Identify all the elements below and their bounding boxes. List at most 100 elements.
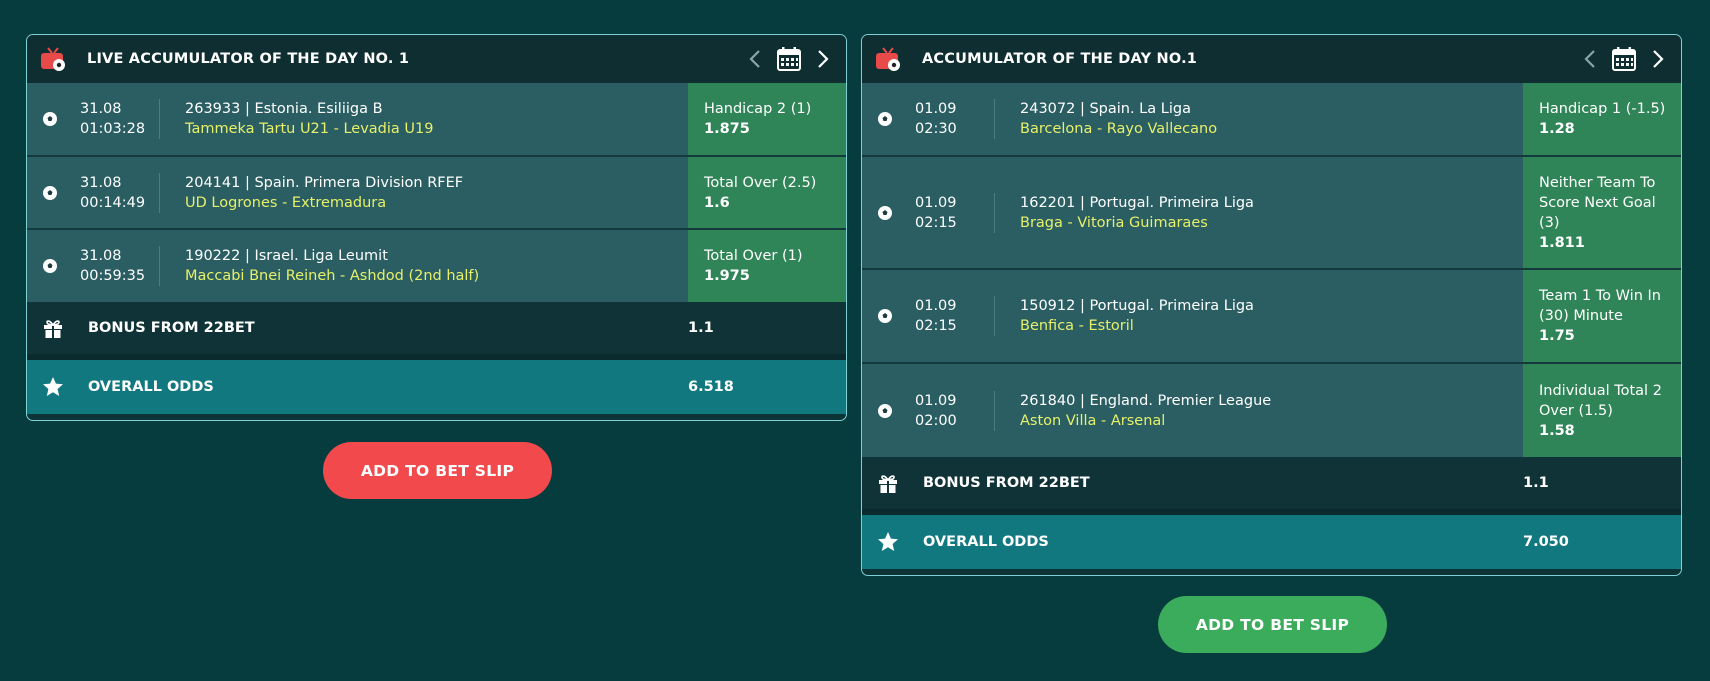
event-row: 01.09 02:15 162201 | Portugal. Primeira … [862, 157, 1681, 270]
overall-odds-value: 7.050 [1523, 534, 1569, 550]
overall-odds-row: OVERALL ODDS 6.518 [27, 360, 846, 414]
event-datetime: 01.09 02:15 [915, 296, 995, 336]
calendar-icon[interactable] [1611, 46, 1637, 72]
bonus-value: 1.1 [688, 320, 714, 336]
live-accumulator-panel: LIVE ACCUMULATOR OF THE DAY NO. 1 31.08 … [26, 34, 847, 421]
event-datetime: 01.09 02:30 [915, 99, 995, 139]
event-time: 00:59:35 [80, 268, 146, 284]
add-to-bet-slip-button[interactable]: ADD TO BET SLIP [323, 442, 552, 499]
bet-cell[interactable]: Team 1 To Win In (30) Minute 1.75 [1523, 270, 1681, 362]
event-details: 01.09 02:30 243072 | Spain. La Liga Barc… [862, 83, 1523, 155]
bet-market: Individual Total 2 Over (1.5) [1539, 382, 1662, 419]
panel-header: LIVE ACCUMULATOR OF THE DAY NO. 1 [27, 35, 846, 83]
event-datetime: 31.08 01:03:28 [80, 99, 160, 139]
star-icon [43, 377, 63, 396]
bet-odds: 1.875 [704, 121, 750, 137]
gift-icon [879, 475, 897, 493]
football-icon [43, 185, 57, 200]
event-teams-link[interactable]: Maccabi Bnei Reineh - Ashdod (2nd half) [185, 266, 479, 286]
event-time: 02:30 [915, 121, 957, 137]
event-league: 162201 | Portugal. Primeira Liga [1020, 194, 1254, 211]
bonus-row: BONUS FROM 22BET 1.1 [27, 302, 846, 360]
bet-cell[interactable]: Total Over (2.5) 1.6 [688, 157, 846, 228]
bet-odds: 1.58 [1539, 422, 1575, 439]
event-league: 150912 | Portugal. Primeira Liga [1020, 298, 1254, 314]
event-datetime: 01.09 02:00 [915, 390, 995, 431]
bet-market: Handicap 1 (-1.5) [1539, 101, 1666, 117]
panel-title: ACCUMULATOR OF THE DAY NO.1 [922, 51, 1198, 67]
bet-market: Handicap 2 (1) [704, 101, 812, 117]
event-teams-link[interactable]: Tammeka Tartu U21 - Levadia U19 [185, 119, 433, 139]
bet-market: Total Over (2.5) [704, 174, 817, 191]
event-teams-link[interactable]: Aston Villa - Arsenal [1020, 411, 1271, 431]
bet-market: Total Over (1) [704, 248, 803, 264]
football-icon [43, 259, 57, 273]
bet-cell[interactable]: Handicap 2 (1) 1.875 [688, 83, 846, 155]
bet-market: Team 1 To Win In (30) Minute [1539, 288, 1661, 324]
bet-market: Neither Team To Score Next Goal (3) [1539, 174, 1656, 231]
chevron-right-icon[interactable] [812, 47, 834, 71]
bonus-label: BONUS FROM 22BET [923, 475, 1090, 491]
bet-cell[interactable]: Neither Team To Score Next Goal (3) 1.81… [1523, 157, 1681, 268]
event-info: 150912 | Portugal. Primeira Liga Benfica… [995, 296, 1254, 336]
event-date: 01.09 [915, 101, 957, 117]
football-icon [43, 112, 57, 126]
add-to-bet-slip-button[interactable]: ADD TO BET SLIP [1158, 596, 1387, 653]
star-icon [878, 532, 898, 551]
event-row: 31.08 00:59:35 190222 | Israel. Liga Leu… [27, 230, 846, 302]
event-row: 31.08 00:14:49 204141 | Spain. Primera D… [27, 157, 846, 230]
chevron-left-icon[interactable] [1579, 47, 1601, 71]
event-info: 190222 | Israel. Liga Leumit Maccabi Bne… [160, 246, 479, 286]
bet-cell[interactable]: Total Over (1) 1.975 [688, 230, 846, 302]
overall-odds-label: OVERALL ODDS [88, 379, 214, 395]
event-time: 02:15 [915, 214, 957, 231]
event-teams-link[interactable]: Barcelona - Rayo Vallecano [1020, 119, 1217, 139]
event-teams-link[interactable]: Braga - Vitoria Guimaraes [1020, 213, 1254, 233]
event-time: 02:00 [915, 412, 957, 429]
bonus-label: BONUS FROM 22BET [88, 320, 255, 336]
event-teams-link[interactable]: UD Logrones - Extremadura [185, 193, 463, 213]
live-tv-icon [876, 47, 900, 71]
calendar-icon[interactable] [776, 46, 802, 72]
event-teams-link[interactable]: Benfica - Estoril [1020, 316, 1254, 336]
event-row: 31.08 01:03:28 263933 | Estonia. Esiliig… [27, 83, 846, 157]
panel-header: ACCUMULATOR OF THE DAY NO.1 [862, 35, 1681, 83]
bonus-row: BONUS FROM 22BET 1.1 [862, 457, 1681, 515]
event-info: 243072 | Spain. La Liga Barcelona - Rayo… [995, 99, 1217, 139]
event-date: 01.09 [915, 298, 957, 314]
event-details: 01.09 02:15 162201 | Portugal. Primeira … [862, 157, 1523, 268]
event-info: 263933 | Estonia. Esiliiga B Tammeka Tar… [160, 99, 433, 139]
overall-odds-value: 6.518 [688, 379, 734, 395]
event-time: 00:14:49 [80, 194, 146, 211]
panel-nav [1579, 46, 1669, 72]
event-details: 01.09 02:15 150912 | Portugal. Primeira … [862, 270, 1523, 362]
event-details: 01.09 02:00 261840 | England. Premier Le… [862, 364, 1523, 457]
bet-odds: 1.811 [1539, 234, 1585, 251]
event-details: 31.08 01:03:28 263933 | Estonia. Esiliig… [27, 83, 688, 155]
event-row: 01.09 02:30 243072 | Spain. La Liga Barc… [862, 83, 1681, 157]
bet-cell[interactable]: Individual Total 2 Over (1.5) 1.58 [1523, 364, 1681, 457]
chevron-right-icon[interactable] [1647, 47, 1669, 71]
football-icon [878, 403, 892, 418]
event-league: 261840 | England. Premier League [1020, 392, 1272, 409]
event-info: 162201 | Portugal. Primeira Liga Braga -… [995, 193, 1254, 233]
bet-odds: 1.28 [1539, 121, 1575, 137]
event-info: 204141 | Spain. Primera Division RFEF UD… [160, 173, 463, 213]
event-time: 02:15 [915, 318, 957, 334]
event-details: 31.08 00:14:49 204141 | Spain. Primera D… [27, 157, 688, 228]
bet-cell[interactable]: Handicap 1 (-1.5) 1.28 [1523, 83, 1681, 155]
event-league: 190222 | Israel. Liga Leumit [185, 248, 388, 264]
event-league: 263933 | Estonia. Esiliiga B [185, 101, 383, 117]
bet-odds: 1.6 [704, 194, 730, 211]
overall-odds-label: OVERALL ODDS [923, 534, 1049, 550]
bet-odds: 1.75 [1539, 328, 1575, 344]
panel-nav [744, 46, 834, 72]
event-row: 01.09 02:00 261840 | England. Premier Le… [862, 364, 1681, 457]
event-details: 31.08 00:59:35 190222 | Israel. Liga Leu… [27, 230, 688, 302]
gift-icon [44, 320, 62, 338]
event-date: 31.08 [80, 174, 122, 191]
chevron-left-icon[interactable] [744, 47, 766, 71]
event-league: 204141 | Spain. Primera Division RFEF [185, 174, 464, 191]
event-league: 243072 | Spain. La Liga [1020, 101, 1191, 117]
football-icon [878, 112, 892, 126]
